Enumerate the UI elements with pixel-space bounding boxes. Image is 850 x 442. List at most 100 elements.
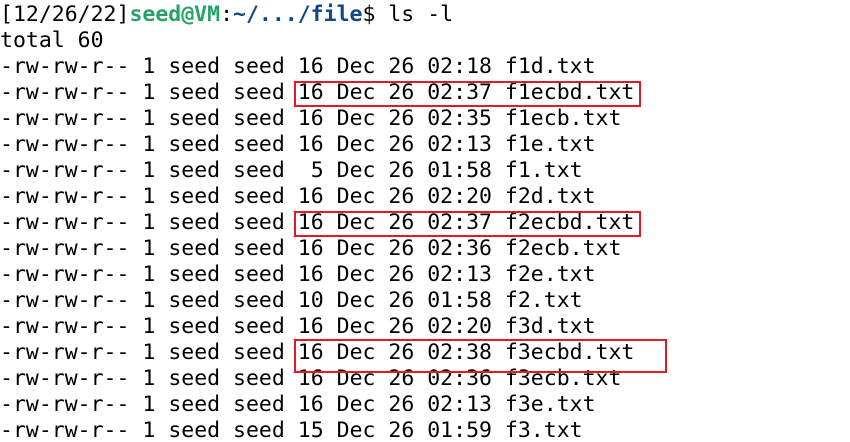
listing-row: -rw-rw-r-- 1 seed seed 16 Dec 26 02:18 f… [0,54,596,80]
file-date: Dec 26 02:18 [336,54,492,79]
file-owner: seed [168,158,221,183]
listing-row: -rw-rw-r-- 1 seed seed 16 Dec 26 02:13 f… [0,132,596,158]
file-group: seed [233,210,285,235]
file-name: f2e.txt [504,262,596,287]
file-group: seed [233,262,285,287]
file-date: Dec 26 02:13 [336,132,492,157]
file-group: seed [233,184,285,209]
file-group: seed [233,314,285,339]
listing-row: -rw-rw-r-- 1 seed seed 16 Dec 26 02:36 f… [0,236,621,262]
file-owner: seed [168,288,221,313]
file-owner: seed [168,80,221,105]
listing-row: -rw-rw-r-- 1 seed seed 16 Dec 26 02:20 f… [0,314,596,340]
file-owner: seed [168,210,221,235]
file-owner: seed [168,366,221,391]
file-date: Dec 26 02:35 [336,106,492,131]
file-group: seed [233,418,285,442]
highlight-box [294,339,667,373]
file-link-count: 1 [142,106,156,131]
file-link-count: 1 [142,158,156,183]
listing-row: -rw-rw-r-- 1 seed seed 16 Dec 26 02:35 f… [0,106,621,132]
file-link-count: 1 [142,54,156,79]
file-owner: seed [168,392,221,417]
file-group: seed [233,80,285,105]
file-date: Dec 26 02:20 [336,184,492,209]
file-name: f2ecb.txt [504,236,622,261]
prompt-date: [12/26/22] [0,2,130,27]
file-group: seed [233,236,285,261]
file-date: Dec 26 02:13 [336,392,492,417]
file-group: seed [233,106,285,131]
file-owner: seed [168,236,221,261]
prompt-line: [12/26/22]seed@VM:~/.../file$ ls -l [0,2,453,28]
prompt-path: ~/.../file [233,2,363,27]
file-name: f3d.txt [504,314,596,339]
file-permissions: -rw-rw-r-- [0,366,130,391]
file-link-count: 1 [142,236,156,261]
listing-row: -rw-rw-r-- 1 seed seed 16 Dec 26 02:13 f… [0,392,596,418]
file-date: Dec 26 01:58 [336,288,492,313]
file-group: seed [233,158,285,183]
listing-row: -rw-rw-r-- 1 seed seed 16 Dec 26 02:20 f… [0,184,596,210]
file-permissions: -rw-rw-r-- [0,262,130,287]
file-permissions: -rw-rw-r-- [0,314,130,339]
file-link-count: 1 [142,418,156,442]
file-date: Dec 26 01:58 [336,158,492,183]
file-permissions: -rw-rw-r-- [0,392,130,417]
file-size: 16 [297,262,324,287]
file-link-count: 1 [142,210,156,235]
file-name: f1.txt [504,158,583,183]
file-size: 16 [297,392,324,417]
file-size: 16 [297,54,324,79]
command-text: ls -l [388,2,454,27]
file-owner: seed [168,340,221,365]
terminal-window[interactable]: [12/26/22]seed@VM:~/.../file$ ls -l tota… [0,0,850,442]
file-link-count: 1 [142,314,156,339]
file-name: f2.txt [504,288,583,313]
file-owner: seed [168,106,221,131]
file-permissions: -rw-rw-r-- [0,106,130,131]
file-owner: seed [168,262,221,287]
listing-row: -rw-rw-r-- 1 seed seed 10 Dec 26 01:58 f… [0,288,583,314]
file-size: 5 [297,158,324,183]
file-size: 16 [297,236,324,261]
file-permissions: -rw-rw-r-- [0,236,130,261]
file-size: 15 [297,418,324,442]
file-name: f1ecb.txt [504,106,622,131]
file-permissions: -rw-rw-r-- [0,54,130,79]
file-owner: seed [168,132,221,157]
file-size: 16 [297,314,324,339]
file-link-count: 1 [142,132,156,157]
file-permissions: -rw-rw-r-- [0,158,130,183]
file-name: f3.txt [504,418,583,442]
file-size: 10 [297,288,324,313]
file-group: seed [233,54,285,79]
file-group: seed [233,288,285,313]
file-size: 16 [297,106,324,131]
file-owner: seed [168,54,221,79]
listing-row: -rw-rw-r-- 1 seed seed 5 Dec 26 01:58 f1… [0,158,583,184]
file-name: f1e.txt [504,132,596,157]
file-group: seed [233,392,285,417]
prompt-user-host: seed@VM [129,2,221,27]
file-permissions: -rw-rw-r-- [0,340,130,365]
prompt-colon: : [220,2,234,27]
file-link-count: 1 [142,340,156,365]
listing-row: -rw-rw-r-- 1 seed seed 16 Dec 26 02:13 f… [0,262,596,288]
file-link-count: 1 [142,366,156,391]
file-name: f3e.txt [504,392,596,417]
file-permissions: -rw-rw-r-- [0,80,130,105]
file-permissions: -rw-rw-r-- [0,210,130,235]
file-link-count: 1 [142,288,156,313]
file-group: seed [233,132,285,157]
file-permissions: -rw-rw-r-- [0,418,130,442]
file-group: seed [233,340,285,365]
prompt-dollar: $ [362,2,389,27]
file-permissions: -rw-rw-r-- [0,132,130,157]
file-owner: seed [168,314,221,339]
file-permissions: -rw-rw-r-- [0,288,130,313]
file-group: seed [233,366,285,391]
file-owner: seed [168,184,221,209]
file-date: Dec 26 02:36 [336,236,492,261]
file-link-count: 1 [142,184,156,209]
